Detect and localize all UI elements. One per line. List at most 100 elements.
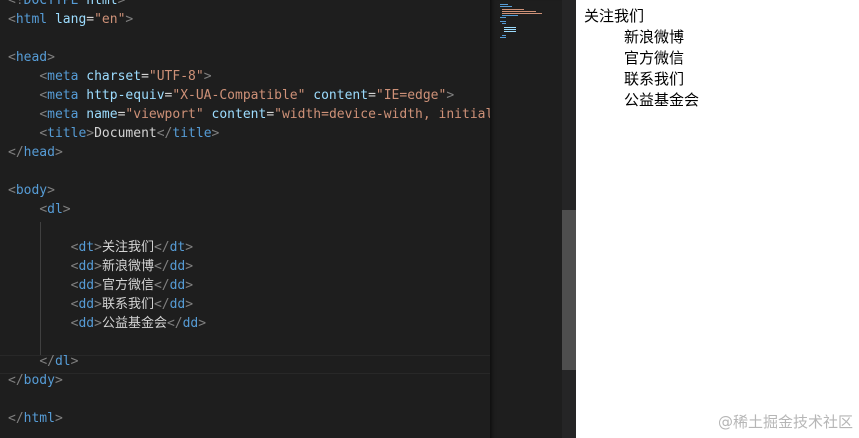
code-token: "viewport"	[125, 107, 204, 122]
definition-list: 关注我们 新浪微博 官方微信 联系我们 公益基金会	[584, 6, 859, 111]
code-line[interactable]: <dd>联系我们</dd>	[8, 295, 490, 314]
code-token: <	[8, 50, 16, 65]
code-token: >	[54, 145, 63, 160]
code-token: =	[266, 107, 275, 122]
code-token: body	[15, 183, 48, 198]
code-token: title	[47, 126, 87, 141]
code-line[interactable]: </body>	[8, 371, 490, 390]
code-token: <	[39, 126, 48, 141]
code-token: >	[198, 316, 207, 331]
code-token: meta	[47, 88, 79, 103]
code-token: head	[23, 145, 55, 160]
code-line[interactable]: <dd>官方微信</dd>	[8, 276, 490, 295]
code-token: title	[172, 126, 212, 141]
code-token: html	[15, 12, 48, 27]
code-token: http-equiv	[78, 88, 165, 103]
code-token: >	[47, 183, 55, 198]
code-token: dd	[78, 316, 95, 331]
code-token: </	[153, 297, 170, 312]
code-line[interactable]: <meta name="viewport" content="width=dev…	[8, 105, 490, 124]
code-token: >	[185, 297, 194, 312]
code-token: dl	[47, 202, 63, 217]
code-token: >	[47, 50, 55, 65]
code-line[interactable]: </dl>	[8, 352, 490, 371]
code-line[interactable]	[8, 162, 490, 181]
code-token: <!	[8, 0, 24, 8]
code-token: content	[305, 88, 369, 103]
code-token: dd	[78, 259, 95, 274]
code-line[interactable]: <!DOCTYPE html>	[8, 0, 490, 10]
browser-preview: 关注我们 新浪微博 官方微信 联系我们 公益基金会 @稀土掘金技术社区	[576, 0, 859, 438]
code-token: >	[54, 411, 63, 426]
code-token: dl	[54, 354, 71, 369]
code-token: 新浪微博	[101, 259, 154, 274]
code-line[interactable]: <head>	[8, 48, 490, 67]
code-line[interactable]: <dl>	[8, 200, 490, 219]
editor-scrollbar-thumb[interactable]	[562, 210, 576, 370]
code-token: dd	[169, 278, 186, 293]
code-token: dd	[78, 297, 95, 312]
code-token: </	[156, 126, 173, 141]
code-line[interactable]	[8, 390, 490, 409]
code-token: </	[166, 316, 183, 331]
code-token: >	[446, 88, 455, 103]
code-line[interactable]: </head>	[8, 143, 490, 162]
code-line[interactable]	[8, 333, 490, 352]
code-token: </	[153, 240, 170, 255]
code-token: <	[39, 202, 48, 217]
code-token: dd	[78, 278, 95, 293]
code-token: =	[368, 88, 376, 103]
code-token: dt	[78, 240, 95, 255]
code-line[interactable]: <body>	[8, 181, 490, 200]
code-token: >	[70, 354, 79, 369]
code-token: "UTF-8"	[148, 69, 204, 84]
code-token: html	[78, 0, 118, 8]
code-token: 官方微信	[101, 278, 154, 293]
code-line[interactable]	[8, 219, 490, 238]
code-line[interactable]: <title>Document</title>	[8, 124, 490, 143]
code-token: dd	[169, 259, 186, 274]
code-token: >	[94, 259, 102, 274]
code-token: 公益基金会	[101, 316, 167, 331]
code-token: head	[15, 50, 48, 65]
code-token: >	[185, 240, 194, 255]
code-token: =	[141, 69, 149, 84]
code-token: charset	[78, 69, 142, 84]
definition-item: 新浪微博	[624, 28, 685, 46]
code-line[interactable]: <meta charset="UTF-8">	[8, 67, 490, 86]
code-line[interactable]	[8, 29, 490, 48]
code-token: name	[78, 107, 118, 122]
code-token: >	[62, 202, 71, 217]
code-line[interactable]: <meta http-equiv = "X-UA-Compatible" conte…	[8, 86, 490, 105]
code-token: >	[117, 0, 126, 8]
code-line[interactable]: <dt>关注我们</dt>	[8, 238, 490, 257]
code-token: "X-UA-Compatible"	[172, 88, 306, 103]
code-token: </	[153, 259, 170, 274]
code-token: </	[8, 373, 24, 388]
code-token: content	[203, 107, 267, 122]
code-content[interactable]: <!DOCTYPE html> <html lang="en"> <head> <m…	[8, 0, 490, 428]
code-token: html	[23, 411, 55, 426]
code-line[interactable]: <dd>公益基金会</dd>	[8, 314, 490, 333]
code-token: >	[211, 126, 220, 141]
minimap[interactable]	[490, 0, 562, 438]
code-token: 联系我们	[101, 297, 154, 312]
definition-item: 公益基金会	[624, 91, 700, 109]
code-token: =	[86, 12, 95, 27]
code-token: >	[86, 126, 95, 141]
code-editor[interactable]: <!DOCTYPE html> <html lang="en"> <head> <m…	[0, 0, 490, 438]
code-line[interactable]: <dd>新浪微博</dd>	[8, 257, 490, 276]
code-token: "width=device-width, initial-	[274, 107, 490, 122]
code-line[interactable]: <html lang="en">	[8, 10, 490, 29]
code-token: body	[23, 373, 55, 388]
code-token: </	[153, 278, 170, 293]
code-line[interactable]: </html>	[8, 409, 490, 428]
